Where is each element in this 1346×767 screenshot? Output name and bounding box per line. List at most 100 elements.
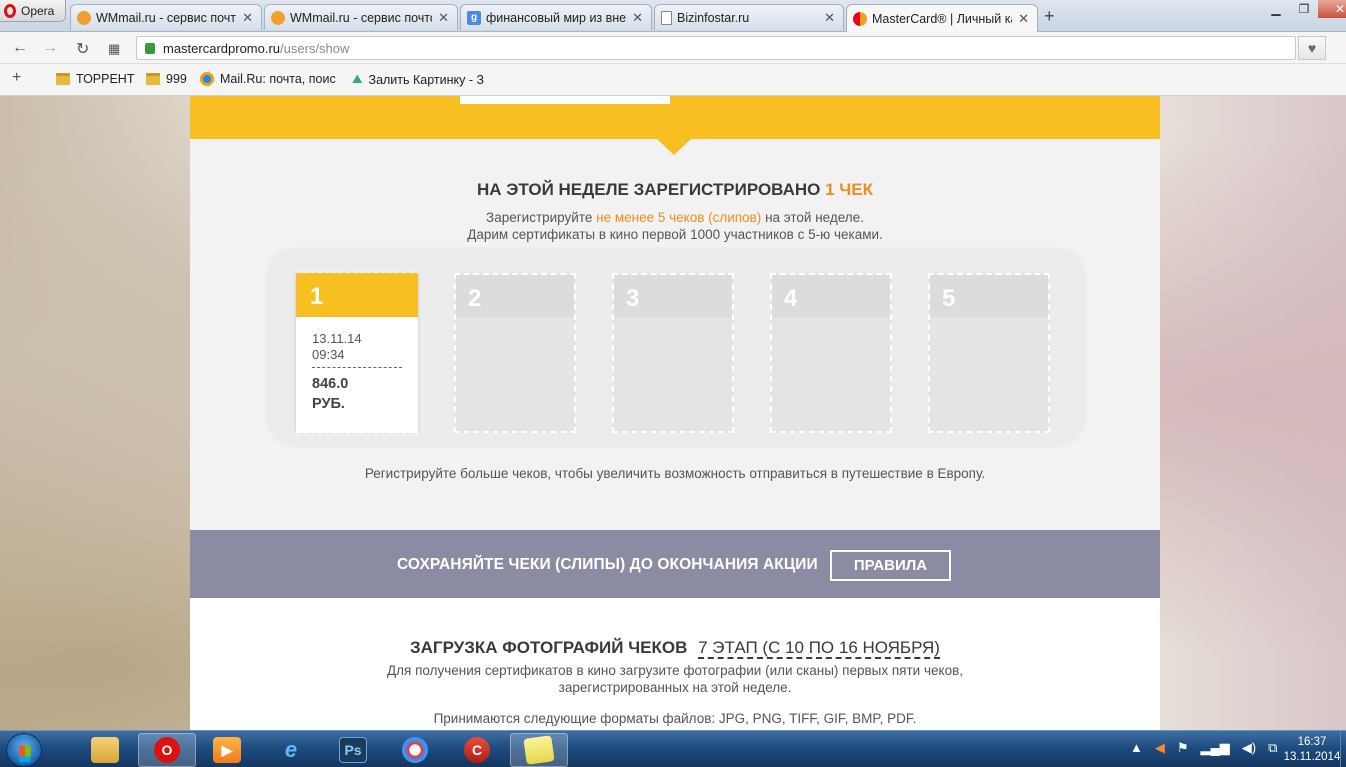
tab-title: Bizinfostar.ru: [677, 10, 750, 25]
tab-title: WMmail.ru - сервис почто: [290, 10, 433, 25]
bookmark-label: Залить Картинку - З: [368, 72, 485, 87]
maximize-icon[interactable]: ❐: [1290, 0, 1318, 18]
tab-bizinfostar[interactable]: Bizinfostar.ru ✕: [654, 4, 844, 30]
stage-selector[interactable]: 7 ЭТАП (С 10 ПО 16 НОЯБРЯ): [698, 638, 940, 659]
opera-menu-label: Opera: [21, 3, 55, 18]
bookmark-label: Mail.Ru: почта, поис: [220, 72, 336, 86]
tab-title: WMmail.ru - сервис почто: [96, 10, 237, 25]
address-bar[interactable]: mastercardpromo.ru/users/show: [136, 36, 1296, 60]
week-subtitle: Зарегистрируйте не менее 5 чеков (слипов…: [190, 209, 1160, 243]
header-band: [190, 96, 1160, 139]
mailru-icon: [200, 72, 214, 86]
slip-date-value: 13.11.14: [312, 331, 362, 346]
tab-close-icon[interactable]: ✕: [824, 10, 835, 26]
bookmark-image-upload[interactable]: ⛰ Залить Картинку - З: [352, 72, 484, 87]
page-icon: [661, 10, 672, 25]
tab-close-icon[interactable]: ✕: [242, 10, 253, 26]
tab-title: MasterCard® | Личный ка: [872, 11, 1013, 26]
close-window-icon[interactable]: ✕: [1318, 0, 1346, 18]
add-bookmark-icon[interactable]: +: [12, 69, 21, 87]
forward-arrow-icon[interactable]: →: [42, 39, 58, 57]
slip-time-value: 09:34: [312, 347, 345, 362]
bookmark-label: 999: [166, 72, 187, 86]
tab-close-icon[interactable]: ✕: [438, 10, 449, 26]
bookmark-999[interactable]: 999: [146, 72, 187, 86]
url-host: mastercardpromo.ru: [163, 40, 281, 56]
tab-google[interactable]: g финансовый мир из вне ✕: [460, 4, 652, 30]
network-icon[interactable]: ▂▄▆: [1201, 740, 1230, 756]
tab-wmmail-2[interactable]: WMmail.ru - сервис почто ✕: [264, 4, 458, 30]
media-player-icon: ▶: [213, 737, 241, 763]
bookmark-label: ТОРРЕНТ: [76, 72, 135, 86]
taskbar-paint[interactable]: [386, 733, 444, 767]
tab-close-icon[interactable]: ✕: [632, 10, 643, 26]
slip-amount: 846.0 РУБ.: [312, 374, 418, 414]
back-arrow-icon[interactable]: ←: [12, 39, 28, 57]
keep-receipts-text: СОХРАНЯЙТЕ ЧЕКИ (СЛИПЫ) ДО ОКОНЧАНИЯ АКЦ…: [397, 556, 818, 573]
slip-3: 3: [612, 273, 734, 433]
slip-5: 5: [928, 273, 1050, 433]
week-sub-line2: Дарим сертификаты в кино первой 1000 уча…: [467, 227, 883, 242]
taskbar-opera[interactable]: O: [138, 733, 196, 767]
bookmark-torrent[interactable]: ТОРРЕНТ: [56, 72, 134, 86]
slip-edge: [296, 430, 418, 436]
wmmail-icon: [77, 10, 91, 25]
taskbar-sticky-notes[interactable]: [510, 733, 568, 767]
week-title: НА ЭТОЙ НЕДЕЛЕ ЗАРЕГИСТРИРОВАНО 1 ЧЕК: [190, 180, 1160, 200]
system-tray: ▲ ◀ ⚑ ▂▄▆ ◀) ⧉: [1130, 740, 1277, 756]
ccleaner-icon: C: [464, 737, 490, 763]
rules-button[interactable]: ПРАВИЛА: [830, 550, 951, 581]
tab-close-icon[interactable]: ✕: [1018, 11, 1029, 27]
slip-separator: [312, 367, 402, 368]
tab-mastercard[interactable]: MasterCard® | Личный ка ✕: [846, 4, 1038, 32]
tray-alert-icon[interactable]: ◀: [1155, 740, 1165, 756]
taskbar-internet-explorer[interactable]: e: [262, 733, 320, 767]
speed-dial-grid-icon[interactable]: ▦: [108, 41, 120, 57]
tab-wmmail-1[interactable]: WMmail.ru - сервис почто ✕: [70, 4, 262, 30]
new-tab-button[interactable]: +: [1044, 6, 1055, 27]
taskbar-media-player[interactable]: ▶: [198, 733, 256, 767]
mastercard-icon: [853, 11, 867, 26]
slip-1[interactable]: 1 13.11.14 09:34 846.0 РУБ.: [296, 270, 418, 436]
google-icon: g: [467, 10, 481, 25]
language-icon[interactable]: ⧉: [1268, 740, 1277, 756]
bookmark-mailru[interactable]: Mail.Ru: почта, поис: [200, 72, 336, 86]
slip-number: 5: [930, 275, 1048, 317]
paint-icon: [402, 737, 428, 763]
taskbar-explorer[interactable]: [76, 733, 134, 767]
opera-logo-icon: [4, 3, 16, 18]
tab-title: финансовый мир из вне: [486, 10, 627, 25]
keep-receipts-band: СОХРАНЯЙТЕ ЧЕКИ (СЛИПЫ) ДО ОКОНЧАНИЯ АКЦ…: [190, 530, 1160, 598]
secure-lock-icon: [145, 42, 155, 54]
windows-taskbar: O ▶ e Ps C ▲ ◀ ⚑ ▂▄▆ ◀) ⧉ 16:37 13.11.20…: [0, 730, 1346, 767]
week-title-text: НА ЭТОЙ НЕДЕЛЕ ЗАРЕГИСТРИРОВАНО: [477, 180, 821, 199]
start-button[interactable]: [6, 733, 42, 767]
opera-menu-button[interactable]: Opera: [0, 0, 66, 22]
volume-icon[interactable]: ◀): [1242, 740, 1256, 756]
slip-date: 13.11.14 09:34: [312, 331, 418, 363]
slip-amount-value: 846.0: [312, 376, 349, 392]
action-center-flag-icon[interactable]: ⚑: [1177, 740, 1189, 756]
image-upload-icon: ⛰: [352, 72, 363, 86]
week-sub-highlight: не менее 5 чеков (слипов): [596, 210, 762, 225]
show-desktop-button[interactable]: [1340, 731, 1346, 767]
slip-2: 2: [454, 273, 576, 433]
upload-title-text: ЗАГРУЗКА ФОТОГРАФИЙ ЧЕКОВ: [410, 638, 688, 657]
clock[interactable]: 16:37 13.11.2014: [1282, 735, 1342, 765]
reload-icon[interactable]: ↻: [76, 39, 89, 59]
minimize-icon[interactable]: ▁: [1262, 0, 1290, 18]
upload-sub-line1: Для получения сертификатов в кино загруз…: [386, 663, 964, 678]
accepted-formats: Принимаются следующие форматы файлов: JP…: [433, 711, 917, 726]
tray-expand-icon[interactable]: ▲: [1130, 740, 1143, 756]
upload-subtitle: Для получения сертификатов в кино загруз…: [190, 662, 1160, 696]
week-title-count: 1 ЧЕК: [825, 180, 873, 199]
slip-4: 4: [770, 273, 892, 433]
bookmark-heart-icon[interactable]: ♥: [1298, 36, 1326, 60]
upload-section: ЗАГРУЗКА ФОТОГРАФИЙ ЧЕКОВ 7 ЭТАП (С 10 П…: [190, 598, 1160, 730]
explorer-icon: [91, 737, 119, 763]
slip-number: 4: [772, 275, 890, 317]
taskbar-photoshop[interactable]: Ps: [324, 733, 382, 767]
window-controls: ▁ ❐ ✕: [1262, 0, 1346, 20]
opera-icon: O: [154, 737, 180, 763]
taskbar-ccleaner[interactable]: C: [448, 733, 506, 767]
